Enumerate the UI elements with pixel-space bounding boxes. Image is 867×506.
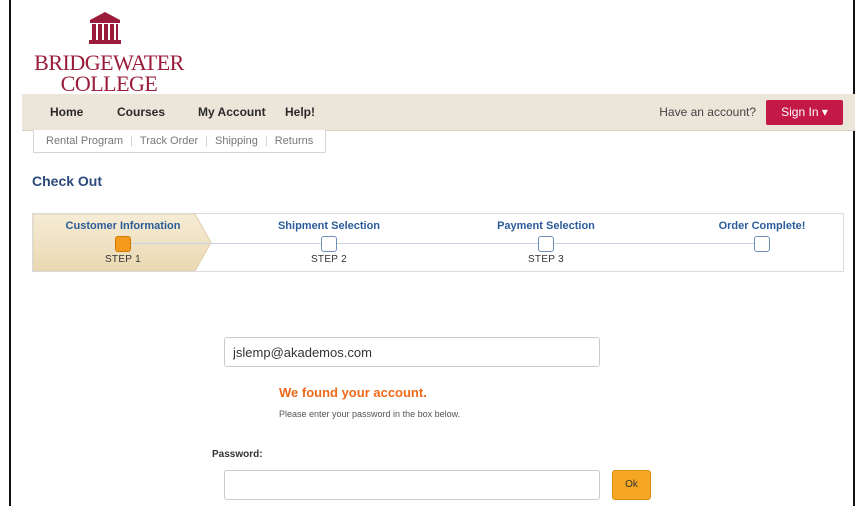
subnav-rental-program[interactable]: Rental Program: [46, 135, 123, 147]
password-label: Password:: [212, 449, 263, 460]
progress-line: [123, 243, 763, 244]
separator: |: [205, 135, 209, 147]
email-field[interactable]: [224, 337, 600, 367]
separator: |: [130, 135, 133, 147]
step-shipment-selection: Shipment Selection STEP 2: [239, 214, 419, 265]
step-number: STEP 1: [104, 254, 142, 265]
step-number: STEP 3: [527, 254, 565, 265]
building-icon: [89, 12, 121, 44]
nav-home[interactable]: Home: [50, 94, 83, 130]
account-found-message: We found your account.: [279, 385, 427, 400]
page-title: Check Out: [32, 173, 103, 189]
subnav-shipping[interactable]: Shipping: [215, 135, 258, 147]
checkout-progress: Customer Information STEP 1 Shipment Sel…: [32, 213, 844, 272]
separator: |: [264, 135, 268, 147]
have-account-text: Have an account?: [659, 105, 756, 119]
main-nav: Home Courses My Account Help! Have an ac…: [22, 94, 855, 131]
password-field[interactable]: [224, 470, 600, 500]
step-indicator-active: [115, 236, 131, 252]
nav-courses[interactable]: Courses: [117, 94, 165, 130]
step-number: STEP 2: [310, 254, 348, 265]
step-indicator: [321, 236, 337, 252]
password-instruction: Please enter your password in the box be…: [279, 409, 461, 419]
step-indicator: [754, 236, 770, 252]
sign-in-button[interactable]: Sign In ▾: [766, 100, 843, 125]
sub-nav: Rental Program | Track Order | Shipping …: [33, 130, 327, 153]
step-title: Customer Information: [65, 220, 181, 232]
college-logo[interactable]: BRIDGEWATER COLLEGE: [24, 10, 194, 96]
step-customer-information: Customer Information STEP 1: [33, 214, 213, 265]
step-title: Payment Selection: [497, 220, 595, 232]
subnav-returns[interactable]: Returns: [275, 135, 314, 147]
step-title: Shipment Selection: [277, 220, 381, 232]
nav-my-account[interactable]: My Account: [198, 94, 266, 130]
ok-button[interactable]: Ok: [612, 470, 651, 500]
nav-help[interactable]: Help!: [285, 94, 315, 130]
step-indicator: [538, 236, 554, 252]
step-order-complete: Order Complete!: [672, 214, 852, 254]
step-payment-selection: Payment Selection STEP 3: [456, 214, 636, 265]
subnav-track-order[interactable]: Track Order: [140, 135, 198, 147]
step-title: Order Complete!: [718, 220, 806, 232]
